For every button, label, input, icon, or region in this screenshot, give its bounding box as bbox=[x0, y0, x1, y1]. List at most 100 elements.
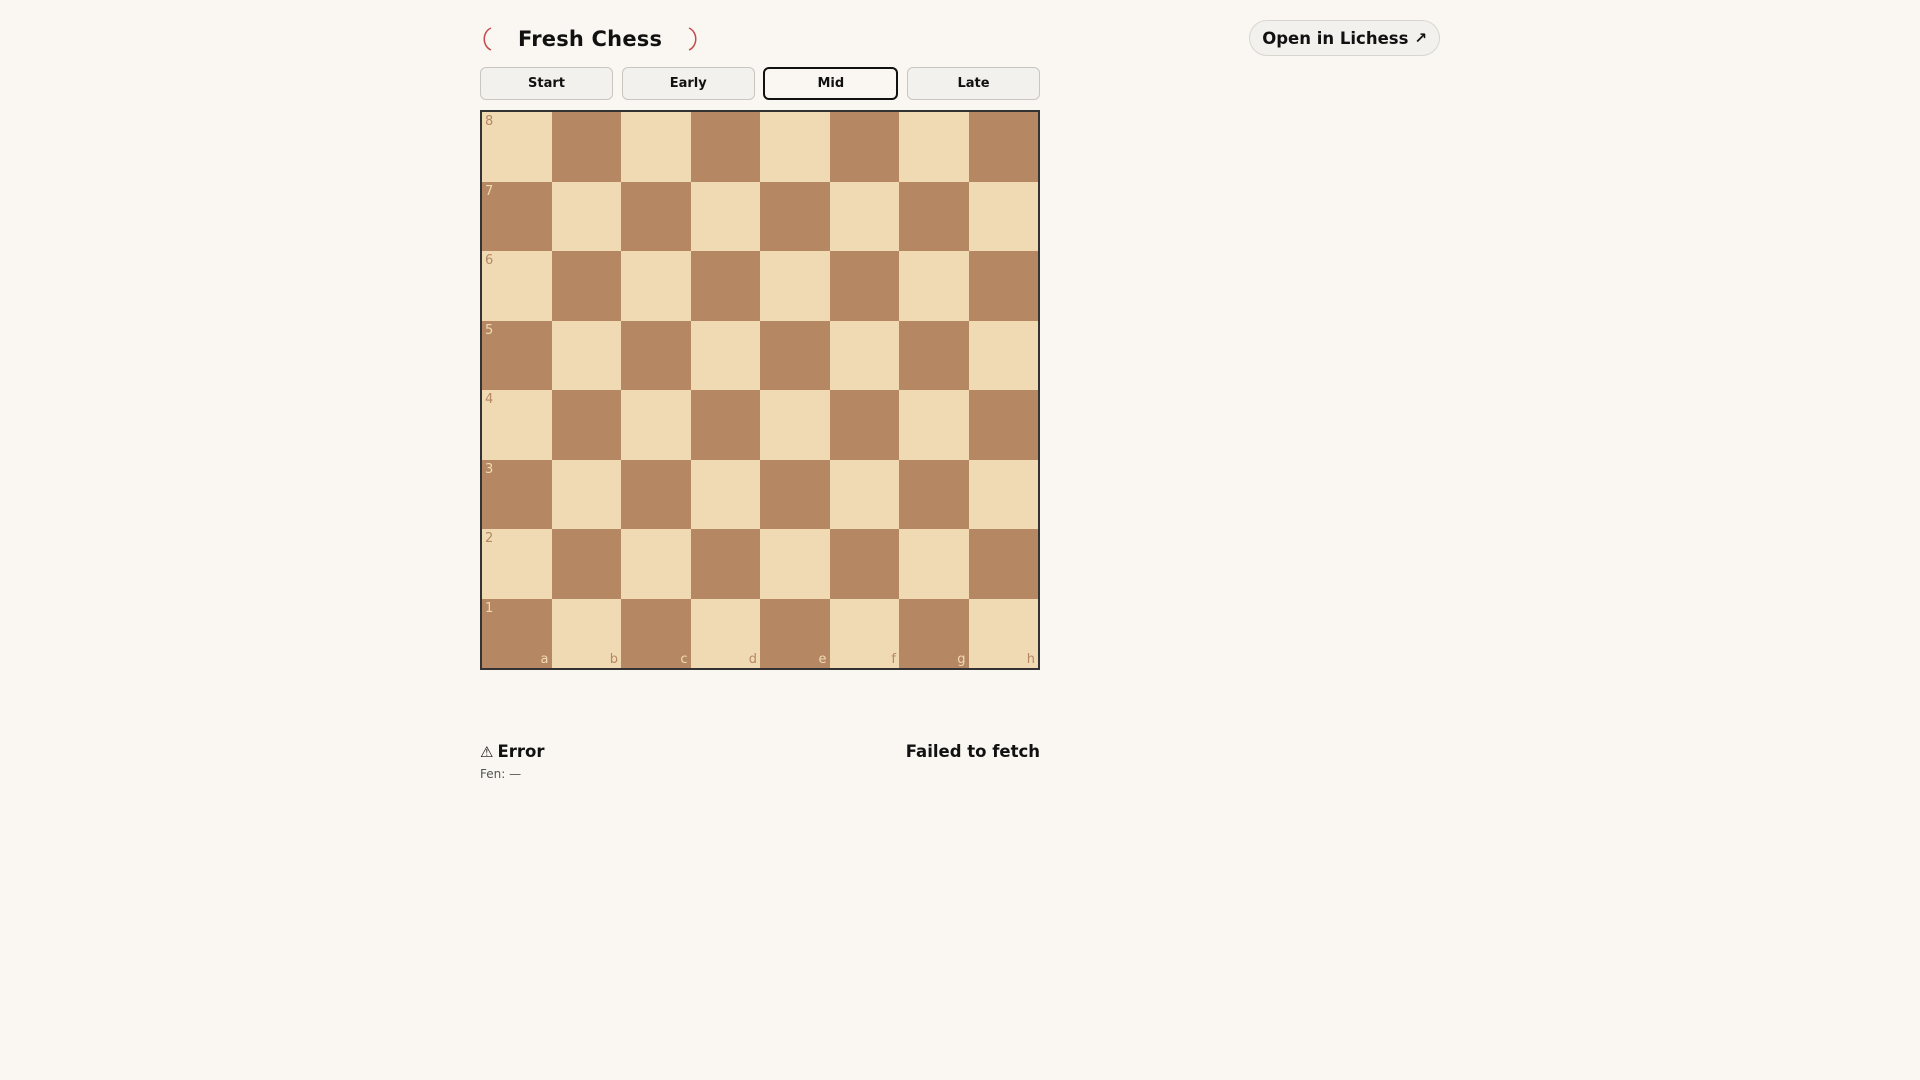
rank-label: 3 bbox=[485, 461, 494, 477]
tab-mid[interactable]: Mid bbox=[763, 67, 899, 100]
header: Fresh Chess Open in Lichess ↗ bbox=[480, 20, 1440, 58]
square-b2[interactable] bbox=[551, 529, 621, 599]
square-e5[interactable] bbox=[760, 320, 830, 390]
square-h4[interactable] bbox=[968, 390, 1038, 460]
open-in-lichess-label: Open in Lichess bbox=[1262, 28, 1409, 48]
square-c5[interactable] bbox=[621, 320, 691, 390]
square-d6[interactable] bbox=[690, 251, 760, 321]
rank-label: 2 bbox=[485, 531, 494, 546]
square-g8[interactable] bbox=[899, 112, 969, 182]
square-c6[interactable] bbox=[621, 251, 691, 321]
square-c4[interactable] bbox=[621, 390, 691, 460]
square-d7[interactable] bbox=[690, 181, 760, 251]
right-bracket-icon bbox=[686, 27, 700, 51]
square-h1[interactable]: h bbox=[968, 598, 1038, 668]
square-g3[interactable] bbox=[899, 459, 969, 529]
square-f7[interactable] bbox=[829, 181, 899, 251]
square-h7[interactable] bbox=[968, 181, 1038, 251]
square-e3[interactable] bbox=[760, 459, 830, 529]
square-e1[interactable]: e bbox=[760, 598, 830, 668]
square-c3[interactable] bbox=[621, 459, 691, 529]
square-g5[interactable] bbox=[899, 320, 969, 390]
file-label: a bbox=[540, 652, 549, 667]
square-g2[interactable] bbox=[899, 529, 969, 599]
square-b7[interactable] bbox=[551, 181, 621, 251]
file-label: b bbox=[609, 652, 618, 667]
warning-icon: ⚠ bbox=[480, 742, 494, 761]
square-h2[interactable] bbox=[968, 529, 1038, 599]
left-bracket-icon bbox=[480, 27, 494, 51]
rank-label: 1 bbox=[485, 600, 494, 616]
square-d1[interactable]: d bbox=[690, 598, 760, 668]
square-h6[interactable] bbox=[968, 251, 1038, 321]
square-e2[interactable] bbox=[760, 529, 830, 599]
status-label: ⚠ Error bbox=[480, 742, 544, 761]
rank-label: 4 bbox=[485, 392, 494, 407]
square-e8[interactable] bbox=[760, 112, 830, 182]
square-f8[interactable] bbox=[829, 112, 899, 182]
error-label: Error bbox=[497, 742, 545, 761]
square-b3[interactable] bbox=[551, 459, 621, 529]
chess-board: 87654321abcdefgh bbox=[480, 110, 1040, 670]
open-in-lichess-button[interactable]: Open in Lichess ↗ bbox=[1249, 20, 1440, 56]
square-g6[interactable] bbox=[899, 251, 969, 321]
brand: Fresh Chess bbox=[480, 24, 700, 54]
square-a2[interactable]: 2 bbox=[482, 529, 552, 599]
file-label: h bbox=[1026, 652, 1035, 667]
square-e6[interactable] bbox=[760, 251, 830, 321]
file-label: g bbox=[957, 652, 966, 667]
file-label: f bbox=[891, 652, 896, 667]
square-h5[interactable] bbox=[968, 320, 1038, 390]
square-f3[interactable] bbox=[829, 459, 899, 529]
tab-late[interactable]: Late bbox=[906, 67, 1041, 100]
external-arrow-icon: ↗ bbox=[1414, 29, 1427, 47]
rank-label: 8 bbox=[485, 114, 494, 129]
square-e4[interactable] bbox=[760, 390, 830, 460]
square-c7[interactable] bbox=[621, 181, 691, 251]
square-g4[interactable] bbox=[899, 390, 969, 460]
square-b6[interactable] bbox=[551, 251, 621, 321]
square-f6[interactable] bbox=[829, 251, 899, 321]
square-c1[interactable]: c bbox=[621, 598, 691, 668]
square-a6[interactable]: 6 bbox=[482, 251, 552, 321]
rank-label: 7 bbox=[485, 183, 494, 199]
page: Fresh Chess Open in Lichess ↗ Start Earl… bbox=[0, 0, 1920, 1080]
file-label: d bbox=[748, 652, 757, 667]
square-f2[interactable] bbox=[829, 529, 899, 599]
error-message: Failed to fetch bbox=[905, 742, 1040, 761]
rank-label: 6 bbox=[485, 253, 494, 268]
square-h8[interactable] bbox=[968, 112, 1038, 182]
square-d4[interactable] bbox=[690, 390, 760, 460]
square-f5[interactable] bbox=[829, 320, 899, 390]
square-g1[interactable]: g bbox=[899, 598, 969, 668]
position-tabs: Start Early Mid Late bbox=[480, 67, 1041, 100]
square-h3[interactable] bbox=[968, 459, 1038, 529]
square-b1[interactable]: b bbox=[551, 598, 621, 668]
square-e7[interactable] bbox=[760, 181, 830, 251]
square-b4[interactable] bbox=[551, 390, 621, 460]
rank-label: 5 bbox=[485, 322, 494, 338]
square-b5[interactable] bbox=[551, 320, 621, 390]
file-label: e bbox=[818, 652, 827, 667]
square-d5[interactable] bbox=[690, 320, 760, 390]
square-c8[interactable] bbox=[621, 112, 691, 182]
square-b8[interactable] bbox=[551, 112, 621, 182]
square-a3[interactable]: 3 bbox=[482, 459, 552, 529]
square-a8[interactable]: 8 bbox=[482, 112, 552, 182]
square-g7[interactable] bbox=[899, 181, 969, 251]
square-f1[interactable]: f bbox=[829, 598, 899, 668]
status-panel: ⚠ Error Failed to fetch Fen: — bbox=[480, 742, 1040, 782]
square-a5[interactable]: 5 bbox=[482, 320, 552, 390]
square-a1[interactable]: 1a bbox=[482, 598, 552, 668]
square-a4[interactable]: 4 bbox=[482, 390, 552, 460]
app-title: Fresh Chess bbox=[518, 27, 663, 51]
square-a7[interactable]: 7 bbox=[482, 181, 552, 251]
square-d8[interactable] bbox=[690, 112, 760, 182]
tab-start[interactable]: Start bbox=[480, 67, 614, 100]
tab-early[interactable]: Early bbox=[621, 67, 755, 100]
square-d3[interactable] bbox=[690, 459, 760, 529]
square-f4[interactable] bbox=[829, 390, 899, 460]
square-d2[interactable] bbox=[690, 529, 760, 599]
file-label: c bbox=[680, 652, 688, 667]
square-c2[interactable] bbox=[621, 529, 691, 599]
